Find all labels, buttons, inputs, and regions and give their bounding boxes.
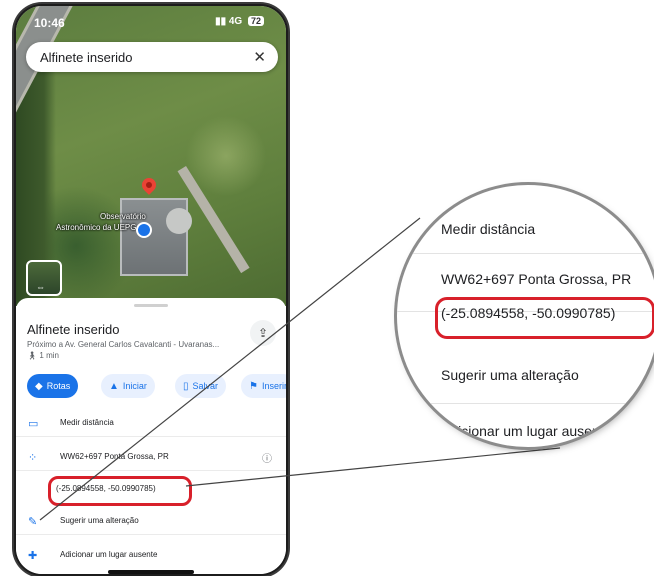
save-button[interactable]: ▯ Salvar (175, 374, 227, 398)
add-place-icon: ✚ (28, 550, 38, 562)
observatory-dome (166, 208, 192, 234)
row-suggest-edit[interactable]: ✎ Sugerir uma alteração (16, 508, 286, 535)
phone-frame: Observatório Astronômico da UEPG ⇔ 10:46… (16, 6, 286, 574)
row-label: WW62+697 Ponta Grossa, PR (60, 452, 169, 461)
bookmark-icon: ▯ (183, 381, 189, 392)
zoom-row-add-place: Adicionar um lugar ausente (397, 403, 654, 447)
walk-time-value: 1 min (39, 351, 59, 360)
directions-button[interactable]: ◆ Rotas (27, 374, 79, 398)
zoom-row-label: WW62+697 Ponta Grossa, PR (441, 271, 632, 287)
status-bar: 10:46 ▮▮ 4G 72 (16, 6, 286, 42)
network-type: 4G (228, 16, 243, 27)
place-sheet: Alfinete inserido Próximo a Av. General … (16, 298, 286, 574)
zoom-row-measure: Medir distância (397, 195, 654, 254)
pencil-icon: ✎ (28, 516, 38, 528)
current-location-icon (136, 222, 152, 238)
signal-icon: ▮▮ (215, 16, 229, 27)
row-label: Medir distância (60, 418, 114, 427)
plus-code-icon: ⁘ (28, 452, 38, 464)
zoom-row-label: Sugerir uma alteração (441, 367, 579, 383)
dropped-pin-icon[interactable] (139, 175, 159, 195)
place-address: Próximo a Av. General Carlos Cavalcanti … (27, 340, 220, 349)
row-plus-code[interactable]: ⁘ WW62+697 Ponta Grossa, PR ⓘ (16, 444, 286, 471)
insert-label: Inserir (261, 381, 286, 391)
share-button[interactable]: ⇪ (250, 320, 276, 346)
row-label: Sugerir uma alteração (60, 516, 139, 525)
search-bar-title: Alfinete inserido (40, 50, 133, 65)
flag-icon: ⚑ (249, 381, 258, 392)
layers-button[interactable]: ⇔ (26, 260, 62, 296)
magnifier: Medir distância WW62+697 Ponta Grossa, P… (397, 185, 654, 447)
zoom-row-label: Medir distância (441, 221, 536, 237)
save-label: Salvar (192, 381, 219, 391)
place-title: Alfinete inserido (27, 322, 120, 337)
walk-time: 🚶︎ 1 min (27, 351, 59, 360)
close-icon[interactable]: ✕ (253, 48, 266, 66)
clock: 10:46 (34, 16, 65, 30)
ruler-icon: ▭ (28, 418, 39, 430)
navigation-arrow-icon: ▲ (109, 381, 119, 392)
zoom-highlight-box (435, 297, 654, 339)
row-label: Adicionar um lugar ausente (60, 550, 158, 559)
search-bar[interactable]: Alfinete inserido ✕ (26, 42, 278, 72)
battery-icon: 72 (247, 16, 264, 26)
zoom-row-label: Adicionar um lugar ausente (441, 423, 612, 439)
info-icon[interactable]: ⓘ (262, 450, 272, 465)
start-button[interactable]: ▲ Iniciar (101, 374, 155, 398)
row-measure-distance[interactable]: ▭ Medir distância (16, 410, 286, 437)
map-place-label-1[interactable]: Observatório (100, 212, 146, 221)
directions-label: Rotas (46, 381, 71, 391)
walking-icon: 🚶︎ (27, 351, 40, 360)
home-indicator[interactable] (108, 570, 194, 574)
share-icon: ⇪ (257, 326, 269, 340)
insert-button[interactable]: ⚑ Inserir (241, 374, 286, 398)
network-status: ▮▮ 4G 72 (215, 16, 264, 27)
highlight-box (48, 476, 192, 506)
swap-icon: ⇔ (36, 282, 45, 292)
row-add-missing-place[interactable]: ✚ Adicionar um lugar ausente (16, 542, 286, 568)
zoom-row-suggest: Sugerir uma alteração (397, 345, 654, 404)
action-chips: ◆ Rotas ▲ Iniciar ▯ Salvar ⚑ Inserir (27, 374, 286, 400)
map-place-label-2[interactable]: Astronômico da UEPG (56, 223, 136, 232)
directions-icon: ◆ (35, 381, 43, 392)
drag-handle[interactable] (134, 304, 168, 307)
start-label: Iniciar (122, 381, 147, 391)
